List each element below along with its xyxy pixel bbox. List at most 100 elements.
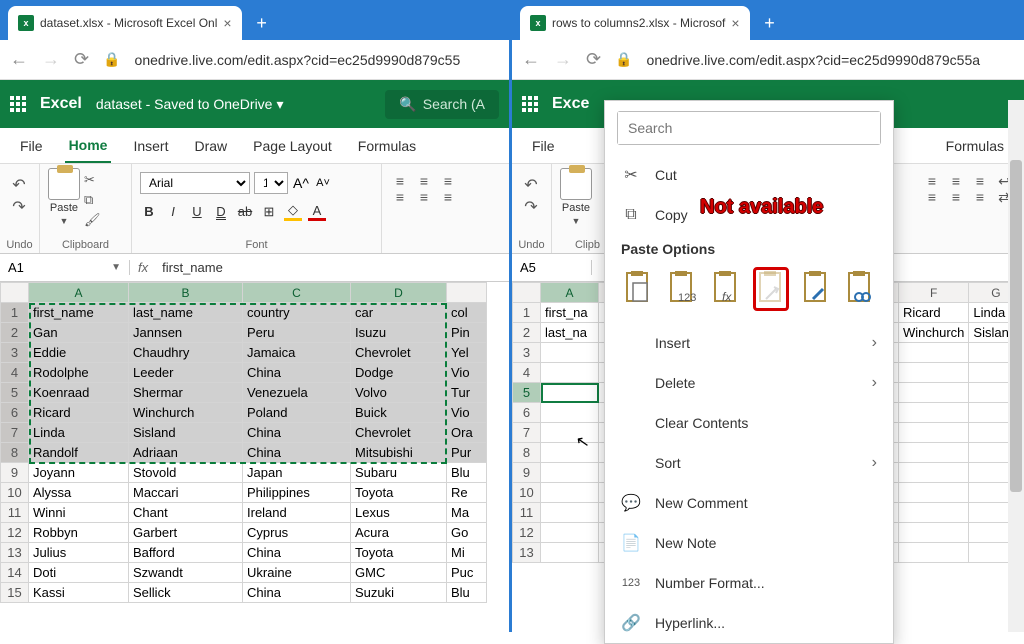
cell[interactable]: Mitsubishi	[351, 443, 447, 463]
cell[interactable]	[899, 343, 969, 363]
cell[interactable]: Blu	[447, 463, 487, 483]
cell[interactable]	[899, 543, 969, 563]
copy-icon[interactable]: ⧉	[84, 192, 102, 208]
align-top-icon[interactable]: ≡	[922, 174, 942, 188]
reload-icon[interactable]: ⟳	[74, 49, 89, 70]
cell[interactable]: Ora	[447, 423, 487, 443]
cell[interactable]: Pin	[447, 323, 487, 343]
cell[interactable]: Linda	[29, 423, 129, 443]
tab-formulas[interactable]: Formulas	[942, 130, 1008, 162]
browser-tab[interactable]: x dataset.xlsx - Microsoft Excel Onl ×	[8, 6, 242, 40]
align-right-icon[interactable]: ≡	[970, 190, 990, 204]
cell[interactable]: Winni	[29, 503, 129, 523]
cell[interactable]: Dodge	[351, 363, 447, 383]
cell[interactable]: Lexus	[351, 503, 447, 523]
cell[interactable]	[899, 383, 969, 403]
cell[interactable]: Poland	[243, 403, 351, 423]
tab-page-layout[interactable]: Page Layout	[249, 130, 336, 162]
paste-button[interactable]: Paste ▼	[560, 168, 592, 226]
tab-formulas[interactable]: Formulas	[354, 130, 420, 162]
cell[interactable]: GMC	[351, 563, 447, 583]
cell[interactable]: Sellick	[129, 583, 243, 603]
cell[interactable]: Ma	[447, 503, 487, 523]
align-top-icon[interactable]: ≡	[390, 174, 410, 188]
app-launcher-icon[interactable]	[10, 96, 26, 112]
cell[interactable]: Peru	[243, 323, 351, 343]
align-bot-icon[interactable]: ≡	[970, 174, 990, 188]
cell[interactable]: Randolf	[29, 443, 129, 463]
new-tab-button[interactable]: +	[756, 9, 784, 37]
forward-icon[interactable]: →	[554, 49, 572, 70]
cell[interactable]: Philippines	[243, 483, 351, 503]
cell[interactable]: first_na	[541, 303, 599, 323]
cell[interactable]: Shermar	[129, 383, 243, 403]
cell[interactable]	[541, 403, 599, 423]
cell[interactable]: Venezuela	[243, 383, 351, 403]
cell[interactable]	[899, 423, 969, 443]
cell[interactable]: Ukraine	[243, 563, 351, 583]
cell[interactable]	[541, 503, 599, 523]
name-box[interactable]: A5	[512, 260, 592, 275]
double-underline-button[interactable]: D	[212, 204, 230, 219]
scrollbar[interactable]	[1008, 100, 1024, 632]
fx-icon[interactable]: fx	[130, 260, 156, 275]
cell[interactable]: Cyprus	[243, 523, 351, 543]
cell[interactable]: Stovold	[129, 463, 243, 483]
cell[interactable]: Chant	[129, 503, 243, 523]
cell[interactable]: Ricard	[899, 303, 969, 323]
cell[interactable]: Winchurch	[899, 323, 969, 343]
cell[interactable]: Maccari	[129, 483, 243, 503]
paste-formatting-icon[interactable]	[799, 267, 833, 311]
cell[interactable]	[899, 363, 969, 383]
cell[interactable]: Eddie	[29, 343, 129, 363]
app-launcher-icon[interactable]	[522, 96, 538, 112]
undo-icon[interactable]: ↶	[520, 176, 542, 194]
cell[interactable]: Doti	[29, 563, 129, 583]
ctx-insert[interactable]: Insert›	[605, 323, 893, 363]
cell[interactable]	[541, 483, 599, 503]
bold-button[interactable]: B	[140, 204, 158, 219]
ctx-new-note[interactable]: 📄New Note	[605, 523, 893, 563]
paste-default-icon[interactable]	[621, 267, 655, 311]
tab-draw[interactable]: Draw	[190, 130, 231, 162]
cell[interactable]: Isuzu	[351, 323, 447, 343]
formula-input[interactable]: first_name	[156, 260, 229, 275]
cell[interactable]: country	[243, 303, 351, 323]
ctx-new-comment[interactable]: 💬New Comment	[605, 483, 893, 523]
ctx-hyperlink[interactable]: 🔗Hyperlink...	[605, 603, 893, 643]
search-box[interactable]: 🔍 Search (A	[385, 90, 499, 119]
ctx-sort[interactable]: Sort›	[605, 443, 893, 483]
cell[interactable]: Bafford	[129, 543, 243, 563]
shrink-font-icon[interactable]: A˅	[314, 177, 332, 189]
cell[interactable]: Japan	[243, 463, 351, 483]
cell[interactable]: Buick	[351, 403, 447, 423]
cell[interactable]: first_name	[29, 303, 129, 323]
cell[interactable]: Leeder	[129, 363, 243, 383]
cell[interactable]	[899, 483, 969, 503]
cell[interactable]: Chevrolet	[351, 423, 447, 443]
cell[interactable]: Jannsen	[129, 323, 243, 343]
cell[interactable]: China	[243, 423, 351, 443]
close-tab-icon[interactable]: ×	[731, 15, 739, 31]
cell[interactable]	[541, 543, 599, 563]
cell[interactable]: car	[351, 303, 447, 323]
cell[interactable]: Subaru	[351, 463, 447, 483]
cell[interactable]	[899, 503, 969, 523]
tab-file[interactable]: File	[16, 130, 47, 162]
cell[interactable]: China	[243, 583, 351, 603]
cell[interactable]: Julius	[29, 543, 129, 563]
tab-insert[interactable]: Insert	[129, 130, 172, 162]
cell[interactable]: col	[447, 303, 487, 323]
undo-icon[interactable]: ↶	[8, 176, 30, 194]
cell[interactable]: Szwandt	[129, 563, 243, 583]
cell[interactable]: Ireland	[243, 503, 351, 523]
strikethrough-button[interactable]: ab	[236, 204, 254, 219]
cell[interactable]: Chaudhry	[129, 343, 243, 363]
cell[interactable]: China	[243, 543, 351, 563]
cell[interactable]: Yel	[447, 343, 487, 363]
ctx-delete[interactable]: Delete›	[605, 363, 893, 403]
cell[interactable]: Vio	[447, 403, 487, 423]
cell[interactable]	[899, 463, 969, 483]
cell[interactable]: Tur	[447, 383, 487, 403]
cell[interactable]: Toyota	[351, 483, 447, 503]
